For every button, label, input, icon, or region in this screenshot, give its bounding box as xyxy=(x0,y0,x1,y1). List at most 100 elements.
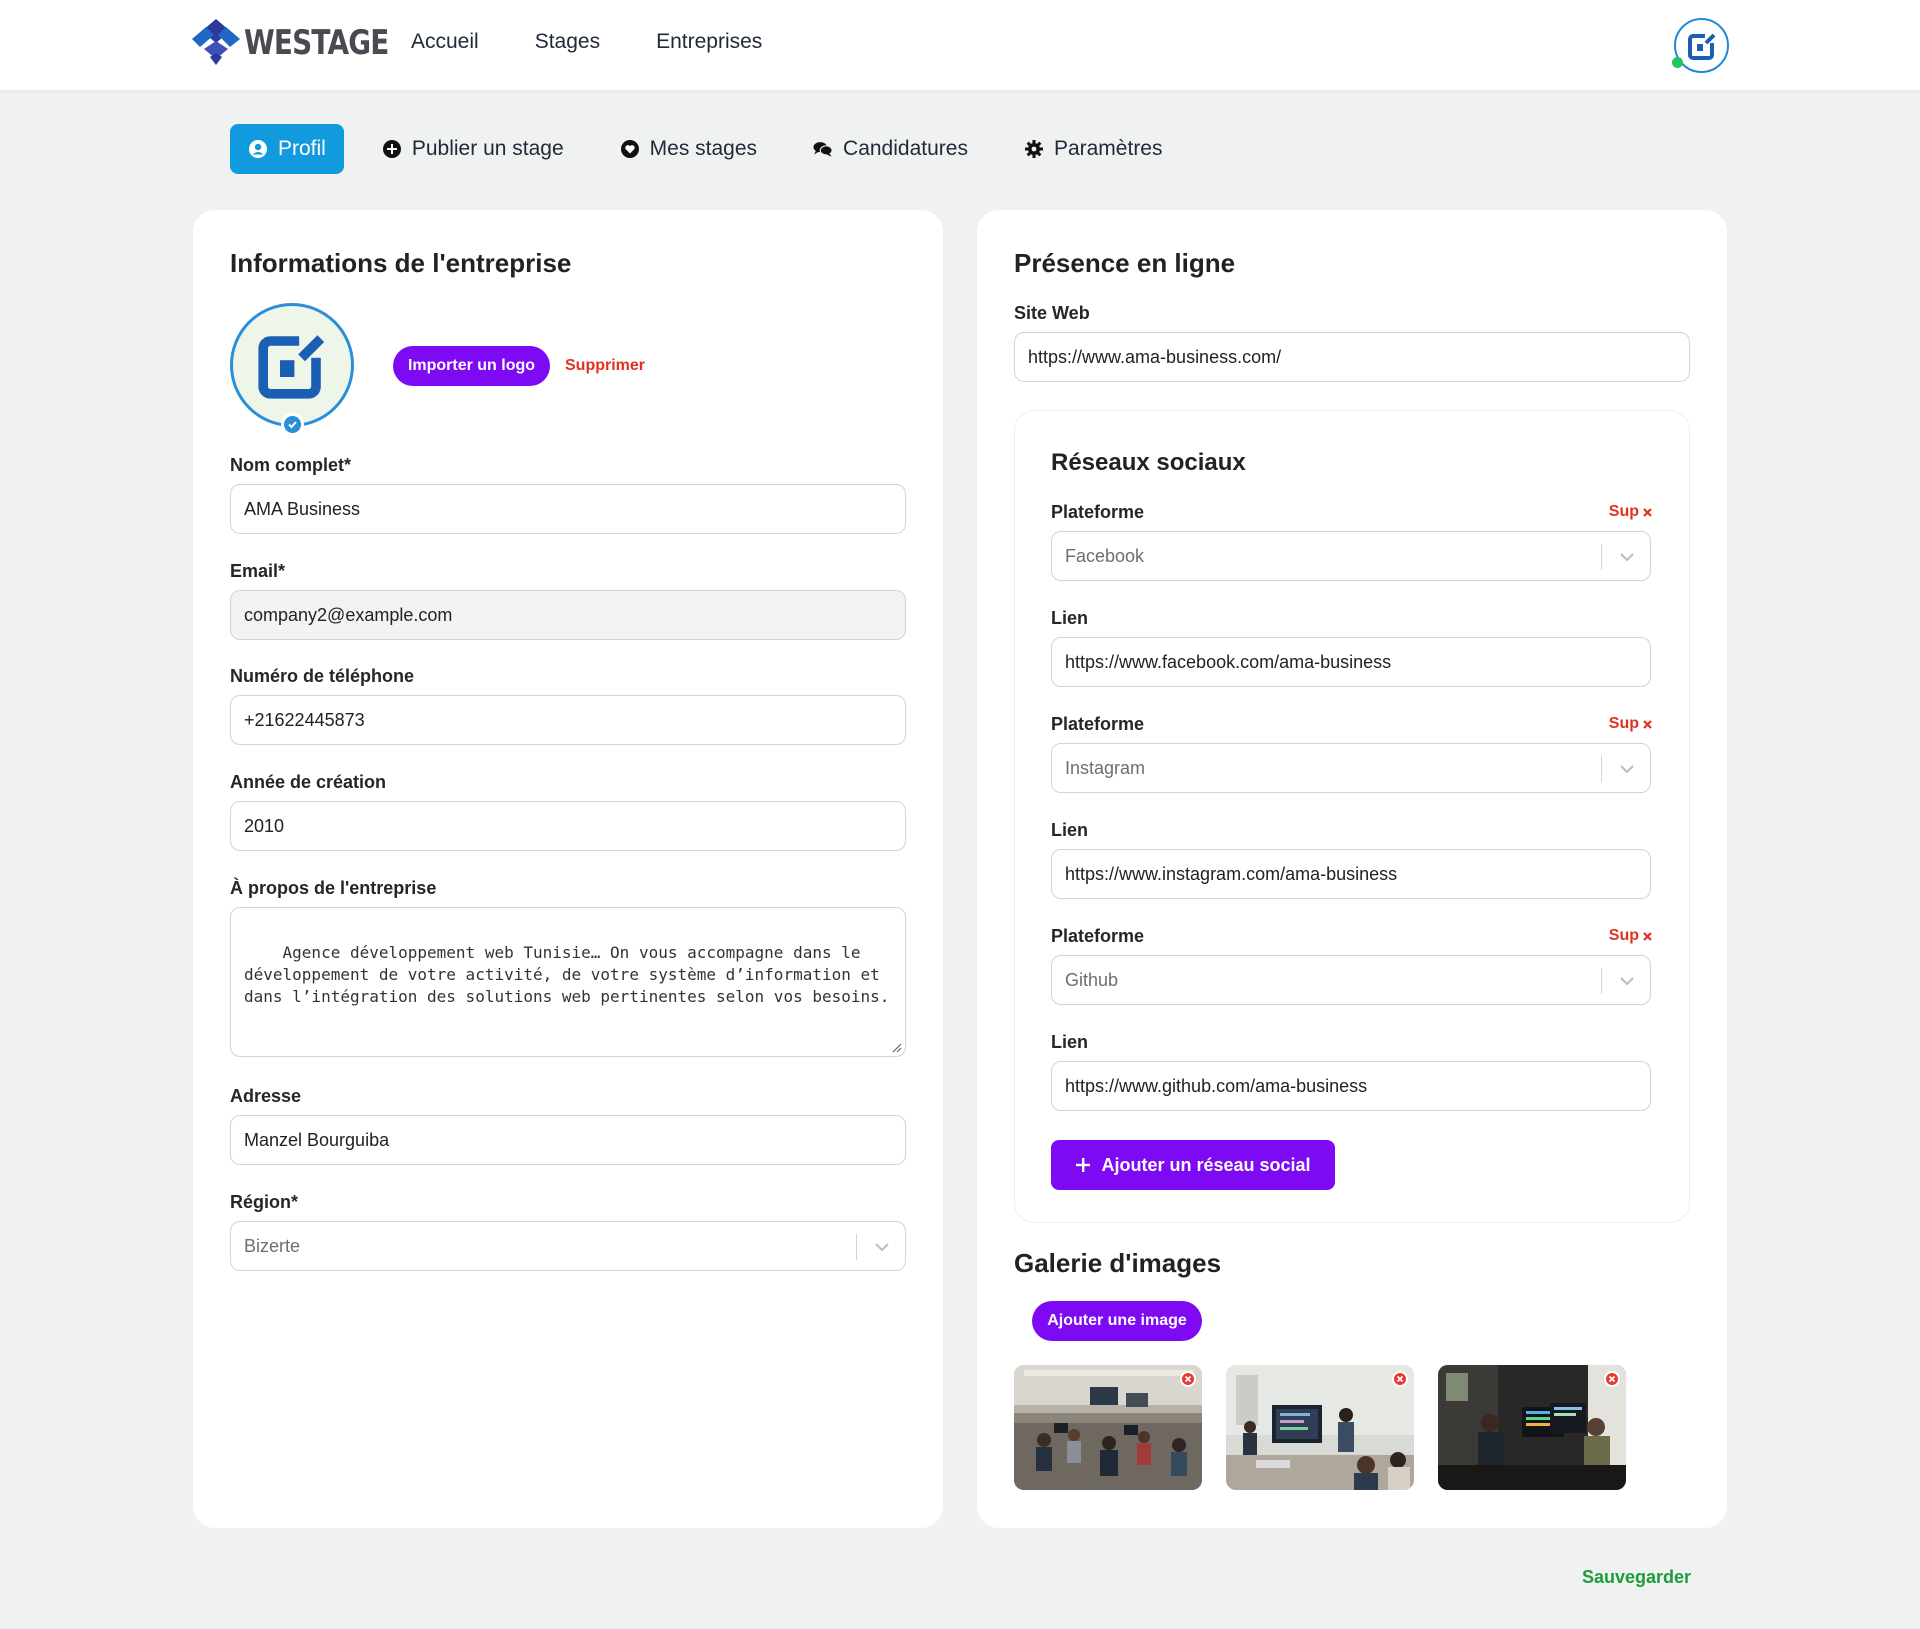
remove-social-button[interactable]: Sup xyxy=(1609,927,1653,945)
link-label: Lien xyxy=(1051,608,1089,628)
platform-select[interactable]: Facebook xyxy=(1051,531,1651,581)
brand-logo[interactable]: WESTAGE xyxy=(190,16,420,70)
link-label: Lien xyxy=(1051,820,1089,840)
gear-icon xyxy=(1024,140,1043,158)
office-photo-image xyxy=(1226,1365,1414,1490)
gallery-image[interactable] xyxy=(1438,1365,1626,1490)
name-input[interactable]: AMA Business xyxy=(230,484,906,534)
tab-label: Paramètres xyxy=(1053,137,1163,160)
phone-label: Numéro de téléphone xyxy=(230,666,415,686)
year-label: Année de création xyxy=(230,772,387,792)
remove-social-button[interactable]: Sup xyxy=(1609,715,1653,733)
remove-label: Sup xyxy=(1608,503,1639,520)
profile-tabs: Profil Publier un stage Mes stages Candi… xyxy=(230,124,1201,174)
online-presence-card: Présence en ligne Site Web https://www.a… xyxy=(977,210,1727,1528)
region-value: Bizerte xyxy=(244,1235,301,1256)
top-navbar: WESTAGE Accueil Stages Entreprises xyxy=(0,0,1920,90)
gallery-image[interactable] xyxy=(1014,1365,1202,1490)
office-photo-image xyxy=(1014,1365,1202,1490)
nav-link-entreprises[interactable]: Entreprises xyxy=(656,30,762,54)
save-button[interactable]: Sauvegarder xyxy=(1582,1567,1691,1588)
tab-label: Profil xyxy=(278,137,326,160)
phone-input[interactable]: +21622445873 xyxy=(230,695,906,745)
remove-image-button[interactable] xyxy=(1604,1371,1620,1387)
platform-select[interactable]: Instagram xyxy=(1051,743,1651,793)
close-icon xyxy=(1396,1375,1404,1383)
remove-label: Sup xyxy=(1608,715,1639,732)
close-icon xyxy=(1184,1375,1192,1383)
name-label: Nom complet* xyxy=(230,455,352,475)
address-input[interactable]: Manzel Bourguiba xyxy=(230,1115,906,1165)
online-presence-title: Présence en ligne xyxy=(1014,248,1236,278)
nav-link-stages[interactable]: Stages xyxy=(535,30,600,54)
gallery-image[interactable] xyxy=(1226,1365,1414,1490)
verified-badge-icon xyxy=(281,413,304,436)
chevron-down-icon xyxy=(1620,977,1634,986)
social-link-input[interactable]: https://www.facebook.com/ama-business xyxy=(1051,637,1651,687)
chevron-down-icon xyxy=(1620,765,1634,774)
remove-label: Sup xyxy=(1608,927,1639,944)
tab-candidatures[interactable]: Candidatures xyxy=(795,124,986,174)
website-input[interactable]: https://www.ama-business.com/ xyxy=(1014,332,1690,382)
delete-logo-button[interactable]: Supprimer xyxy=(565,357,645,375)
social-title: Réseaux sociaux xyxy=(1051,449,1246,476)
platform-select[interactable]: Github xyxy=(1051,955,1651,1005)
plus-circle-icon xyxy=(382,140,401,158)
chevron-down-icon xyxy=(875,1243,889,1252)
platform-label: Plateforme xyxy=(1051,502,1145,522)
address-label: Adresse xyxy=(230,1086,302,1106)
resize-handle-icon[interactable] xyxy=(892,1043,902,1053)
tab-profil[interactable]: Profil xyxy=(230,124,344,174)
company-logo-icon xyxy=(1687,32,1715,60)
westage-logo-icon xyxy=(192,19,240,65)
social-link-input[interactable]: https://www.instagram.com/ama-business xyxy=(1051,849,1651,899)
about-label: À propos de l'entreprise xyxy=(230,878,437,898)
company-logo xyxy=(230,303,354,427)
remove-image-button[interactable] xyxy=(1392,1371,1408,1387)
tab-label: Mes stages xyxy=(649,137,758,160)
social-networks-box: Réseaux sociaux Plateforme Sup Facebook … xyxy=(1014,410,1690,1223)
remove-image-button[interactable] xyxy=(1180,1371,1196,1387)
office-photo-image xyxy=(1438,1365,1626,1490)
region-select[interactable]: Bizerte xyxy=(230,1221,906,1271)
select-separator xyxy=(1601,968,1602,994)
platform-value: Instagram xyxy=(1065,757,1146,778)
company-info-title: Informations de l'entreprise xyxy=(230,248,572,278)
email-label: Email* xyxy=(230,561,286,581)
close-icon xyxy=(1643,507,1652,517)
email-input[interactable]: company2@example.com xyxy=(230,590,906,640)
tab-label: Publier un stage xyxy=(411,137,564,160)
comments-icon xyxy=(813,142,833,157)
about-text: Agence développement web Tunisie… On vou… xyxy=(244,943,890,1006)
close-icon xyxy=(1643,719,1652,729)
select-separator xyxy=(1601,756,1602,782)
brand-name: WESTAGE xyxy=(244,23,389,63)
main-nav: Accueil Stages Entreprises xyxy=(411,30,762,54)
year-input[interactable]: 2010 xyxy=(230,801,906,851)
tab-parametres[interactable]: Paramètres xyxy=(1006,124,1181,174)
platform-value: Facebook xyxy=(1065,545,1145,566)
chevron-down-icon xyxy=(1620,553,1634,562)
add-image-button[interactable]: Ajouter une image xyxy=(1032,1301,1202,1341)
close-icon xyxy=(1608,1375,1616,1383)
user-circle-icon xyxy=(249,140,267,158)
company-logo-icon xyxy=(258,333,325,399)
import-logo-button[interactable]: Importer un logo xyxy=(393,346,550,386)
add-social-label: Ajouter un réseau social xyxy=(1101,1154,1311,1175)
remove-social-button[interactable]: Sup xyxy=(1609,503,1653,521)
platform-value: Github xyxy=(1065,969,1119,990)
tab-publier-stage[interactable]: Publier un stage xyxy=(364,124,582,174)
link-label: Lien xyxy=(1051,1032,1089,1052)
nav-link-accueil[interactable]: Accueil xyxy=(411,30,479,54)
select-separator xyxy=(1601,544,1602,570)
company-info-card: Informations de l'entreprise Importer un… xyxy=(193,210,943,1528)
close-icon xyxy=(1643,931,1652,941)
select-separator xyxy=(856,1234,857,1260)
social-link-input[interactable]: https://www.github.com/ama-business xyxy=(1051,1061,1651,1111)
about-textarea[interactable]: Agence développement web Tunisie… On vou… xyxy=(230,907,906,1057)
add-social-button[interactable]: Ajouter un réseau social xyxy=(1051,1140,1335,1190)
tab-mes-stages[interactable]: Mes stages xyxy=(602,124,775,174)
tab-label: Candidatures xyxy=(843,137,968,160)
heart-circle-icon xyxy=(620,140,639,158)
platform-label: Plateforme xyxy=(1051,714,1145,734)
